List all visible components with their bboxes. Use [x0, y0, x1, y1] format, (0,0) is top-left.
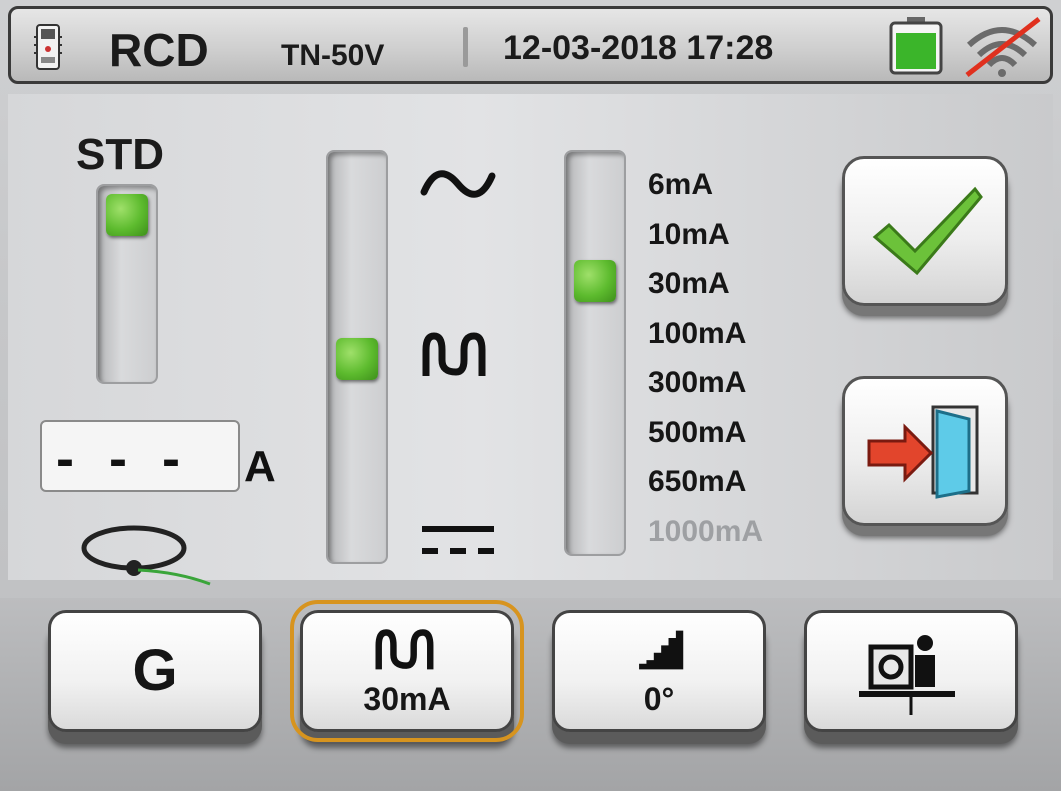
- measurement-value: - - -: [56, 429, 190, 489]
- tab-waveform-current[interactable]: 30mA: [290, 600, 524, 742]
- tab-g[interactable]: G: [48, 610, 262, 732]
- current-option[interactable]: 1000mA: [648, 515, 763, 549]
- battery-icon: [889, 17, 943, 75]
- current-option[interactable]: 300mA: [648, 366, 746, 400]
- waveform-slider[interactable]: [326, 150, 388, 564]
- sine-wave-icon[interactable]: [418, 160, 498, 210]
- current-slider[interactable]: [564, 150, 626, 556]
- mode-slider-knob[interactable]: [106, 194, 148, 236]
- current-option[interactable]: 500mA: [648, 416, 746, 450]
- dc-wave-icon[interactable]: [418, 520, 498, 560]
- current-option[interactable]: 6mA: [648, 168, 713, 202]
- pulse-wave-icon: [375, 629, 434, 670]
- current-option[interactable]: 10mA: [648, 218, 730, 252]
- device-icon: [34, 24, 62, 70]
- current-slider-knob[interactable]: [574, 259, 616, 302]
- status-header: RCD TN-50V 12-03-2018 17:28: [8, 6, 1053, 84]
- checkmark-icon: [872, 186, 983, 276]
- datetime-label: 12-03-2018 17:28: [503, 29, 774, 67]
- wifi-disabled-icon: [965, 17, 1041, 77]
- page-title: RCD: [109, 24, 209, 76]
- ramp-icon: [639, 630, 684, 670]
- current-option[interactable]: 30mA: [648, 267, 730, 301]
- mode-slider[interactable]: [96, 184, 158, 384]
- system-mode-label: TN-50V: [281, 39, 385, 72]
- test-mode-label: STD: [76, 130, 164, 179]
- tab-current-label: 30mA: [363, 681, 451, 717]
- measurement-display: - - -: [40, 420, 240, 492]
- exit-button[interactable]: [842, 376, 1008, 526]
- pulse-wave-icon[interactable]: [420, 330, 500, 380]
- screen: RCD TN-50V 12-03-2018 17:28 STD - - - A: [0, 0, 1061, 791]
- measurement-unit: A: [244, 442, 276, 491]
- header-divider: [463, 27, 468, 67]
- current-option[interactable]: 650mA: [648, 465, 746, 499]
- tab-phase-angle[interactable]: 0°: [552, 610, 766, 732]
- tab-angle-label: 0°: [643, 681, 675, 717]
- clamp-icon: [81, 525, 211, 586]
- tab-g-label: G: [132, 638, 178, 703]
- current-option[interactable]: 100mA: [648, 317, 746, 351]
- tab-test-setup[interactable]: [804, 610, 1018, 732]
- waveform-slider-knob[interactable]: [336, 338, 378, 380]
- confirm-button[interactable]: [842, 156, 1008, 306]
- plug-person-icon: [859, 635, 955, 715]
- exit-door-icon: [867, 405, 979, 499]
